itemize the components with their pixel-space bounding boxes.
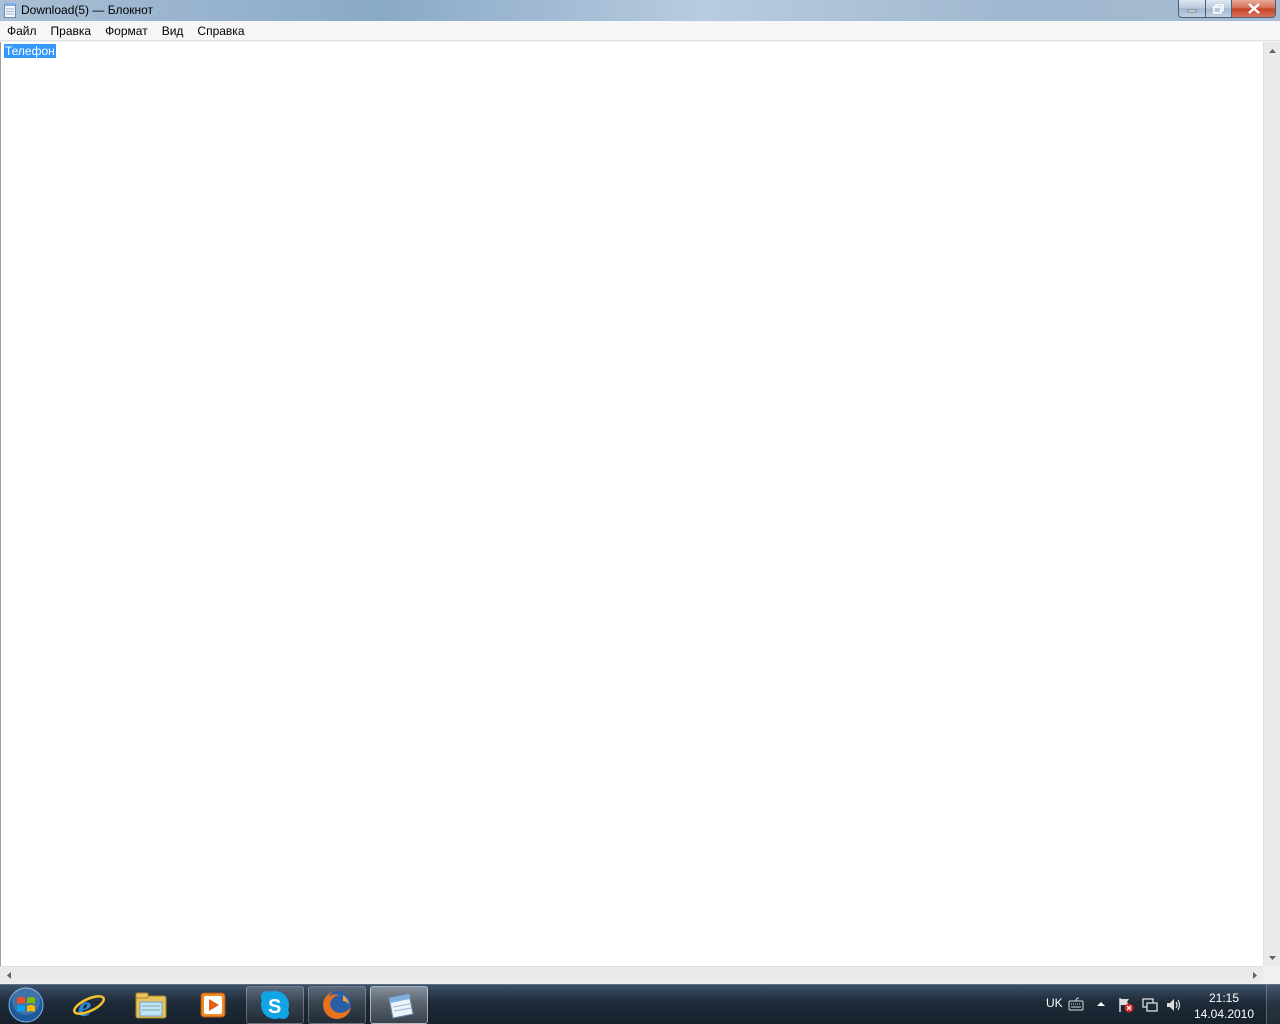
clock[interactable]: 21:15 14.04.2010 (1184, 990, 1264, 1022)
arrow-right-icon (1252, 972, 1257, 979)
scroll-right-button[interactable] (1246, 967, 1263, 984)
menu-help[interactable]: Справка (190, 21, 251, 41)
media-player-icon (200, 992, 226, 1018)
scroll-up-button[interactable] (1264, 42, 1280, 59)
system-tray: UK 21:15 14.04.2010 (1040, 985, 1280, 1024)
menu-file[interactable]: Файл (0, 21, 44, 41)
restore-button[interactable] (1205, 0, 1231, 18)
svg-text:e: e (78, 990, 91, 1021)
editor-content[interactable]: Телефон (4, 44, 56, 58)
scrollbar-corner (1263, 966, 1280, 983)
title-bar[interactable]: Download(5) — Блокнот (0, 0, 1280, 21)
minimize-icon (1187, 9, 1197, 12)
taskbar-media-player[interactable] (184, 986, 242, 1024)
arrow-left-icon (6, 972, 11, 979)
windows-explorer-icon (135, 992, 167, 1019)
keyboard-icon[interactable] (1068, 997, 1084, 1011)
arrow-up-icon (1269, 48, 1276, 53)
notepad-icon (388, 993, 414, 1019)
svg-text:S: S (268, 996, 281, 1018)
menu-bar: Файл Правка Формат Вид Справка (0, 21, 1280, 41)
close-icon (1247, 3, 1260, 14)
firefox-icon (323, 991, 351, 1019)
start-button[interactable] (4, 987, 48, 1023)
window-title: Download(5) — Блокнот (21, 3, 154, 17)
language-indicator[interactable]: UK (1046, 996, 1063, 1010)
arrow-down-icon (1269, 955, 1276, 960)
taskbar-skype[interactable]: S (246, 986, 304, 1024)
clock-date: 14.04.2010 (1193, 1007, 1255, 1021)
windows-logo-icon (8, 987, 44, 1023)
volume-icon[interactable] (1166, 997, 1182, 1013)
horizontal-scrollbar[interactable] (0, 966, 1263, 983)
notepad-window: Download(5) — Блокнот Файл Правка Формат… (0, 0, 1280, 984)
menu-format[interactable]: Формат (98, 21, 155, 41)
taskbar: e S UK 21:15 14.04.2010 (0, 984, 1280, 1024)
network-icon[interactable] (1142, 997, 1158, 1013)
notepad-icon (4, 3, 16, 18)
scroll-left-button[interactable] (0, 967, 17, 984)
scroll-down-button[interactable] (1264, 949, 1280, 966)
taskbar-notepad[interactable] (370, 986, 428, 1024)
internet-explorer-icon: e (73, 990, 105, 1021)
caption-buttons (1178, 0, 1276, 18)
text-editor[interactable]: Телефон (0, 42, 1263, 966)
vertical-scrollbar[interactable] (1263, 42, 1280, 966)
menu-view[interactable]: Вид (155, 21, 191, 41)
skype-icon: S (261, 991, 289, 1019)
taskbar-internet-explorer[interactable]: e (60, 986, 118, 1024)
selected-text[interactable]: Телефон (4, 44, 56, 58)
action-center-icon[interactable] (1118, 997, 1134, 1013)
taskbar-firefox[interactable] (308, 986, 366, 1024)
restore-icon (1213, 3, 1224, 14)
close-button[interactable] (1231, 0, 1276, 18)
minimize-button[interactable] (1178, 0, 1205, 18)
clock-time: 21:15 (1208, 991, 1240, 1005)
show-desktop-button[interactable] (1266, 985, 1280, 1024)
menu-edit[interactable]: Правка (44, 21, 99, 41)
taskbar-windows-explorer[interactable] (122, 986, 180, 1024)
show-hidden-icons-icon[interactable] (1096, 1001, 1106, 1007)
